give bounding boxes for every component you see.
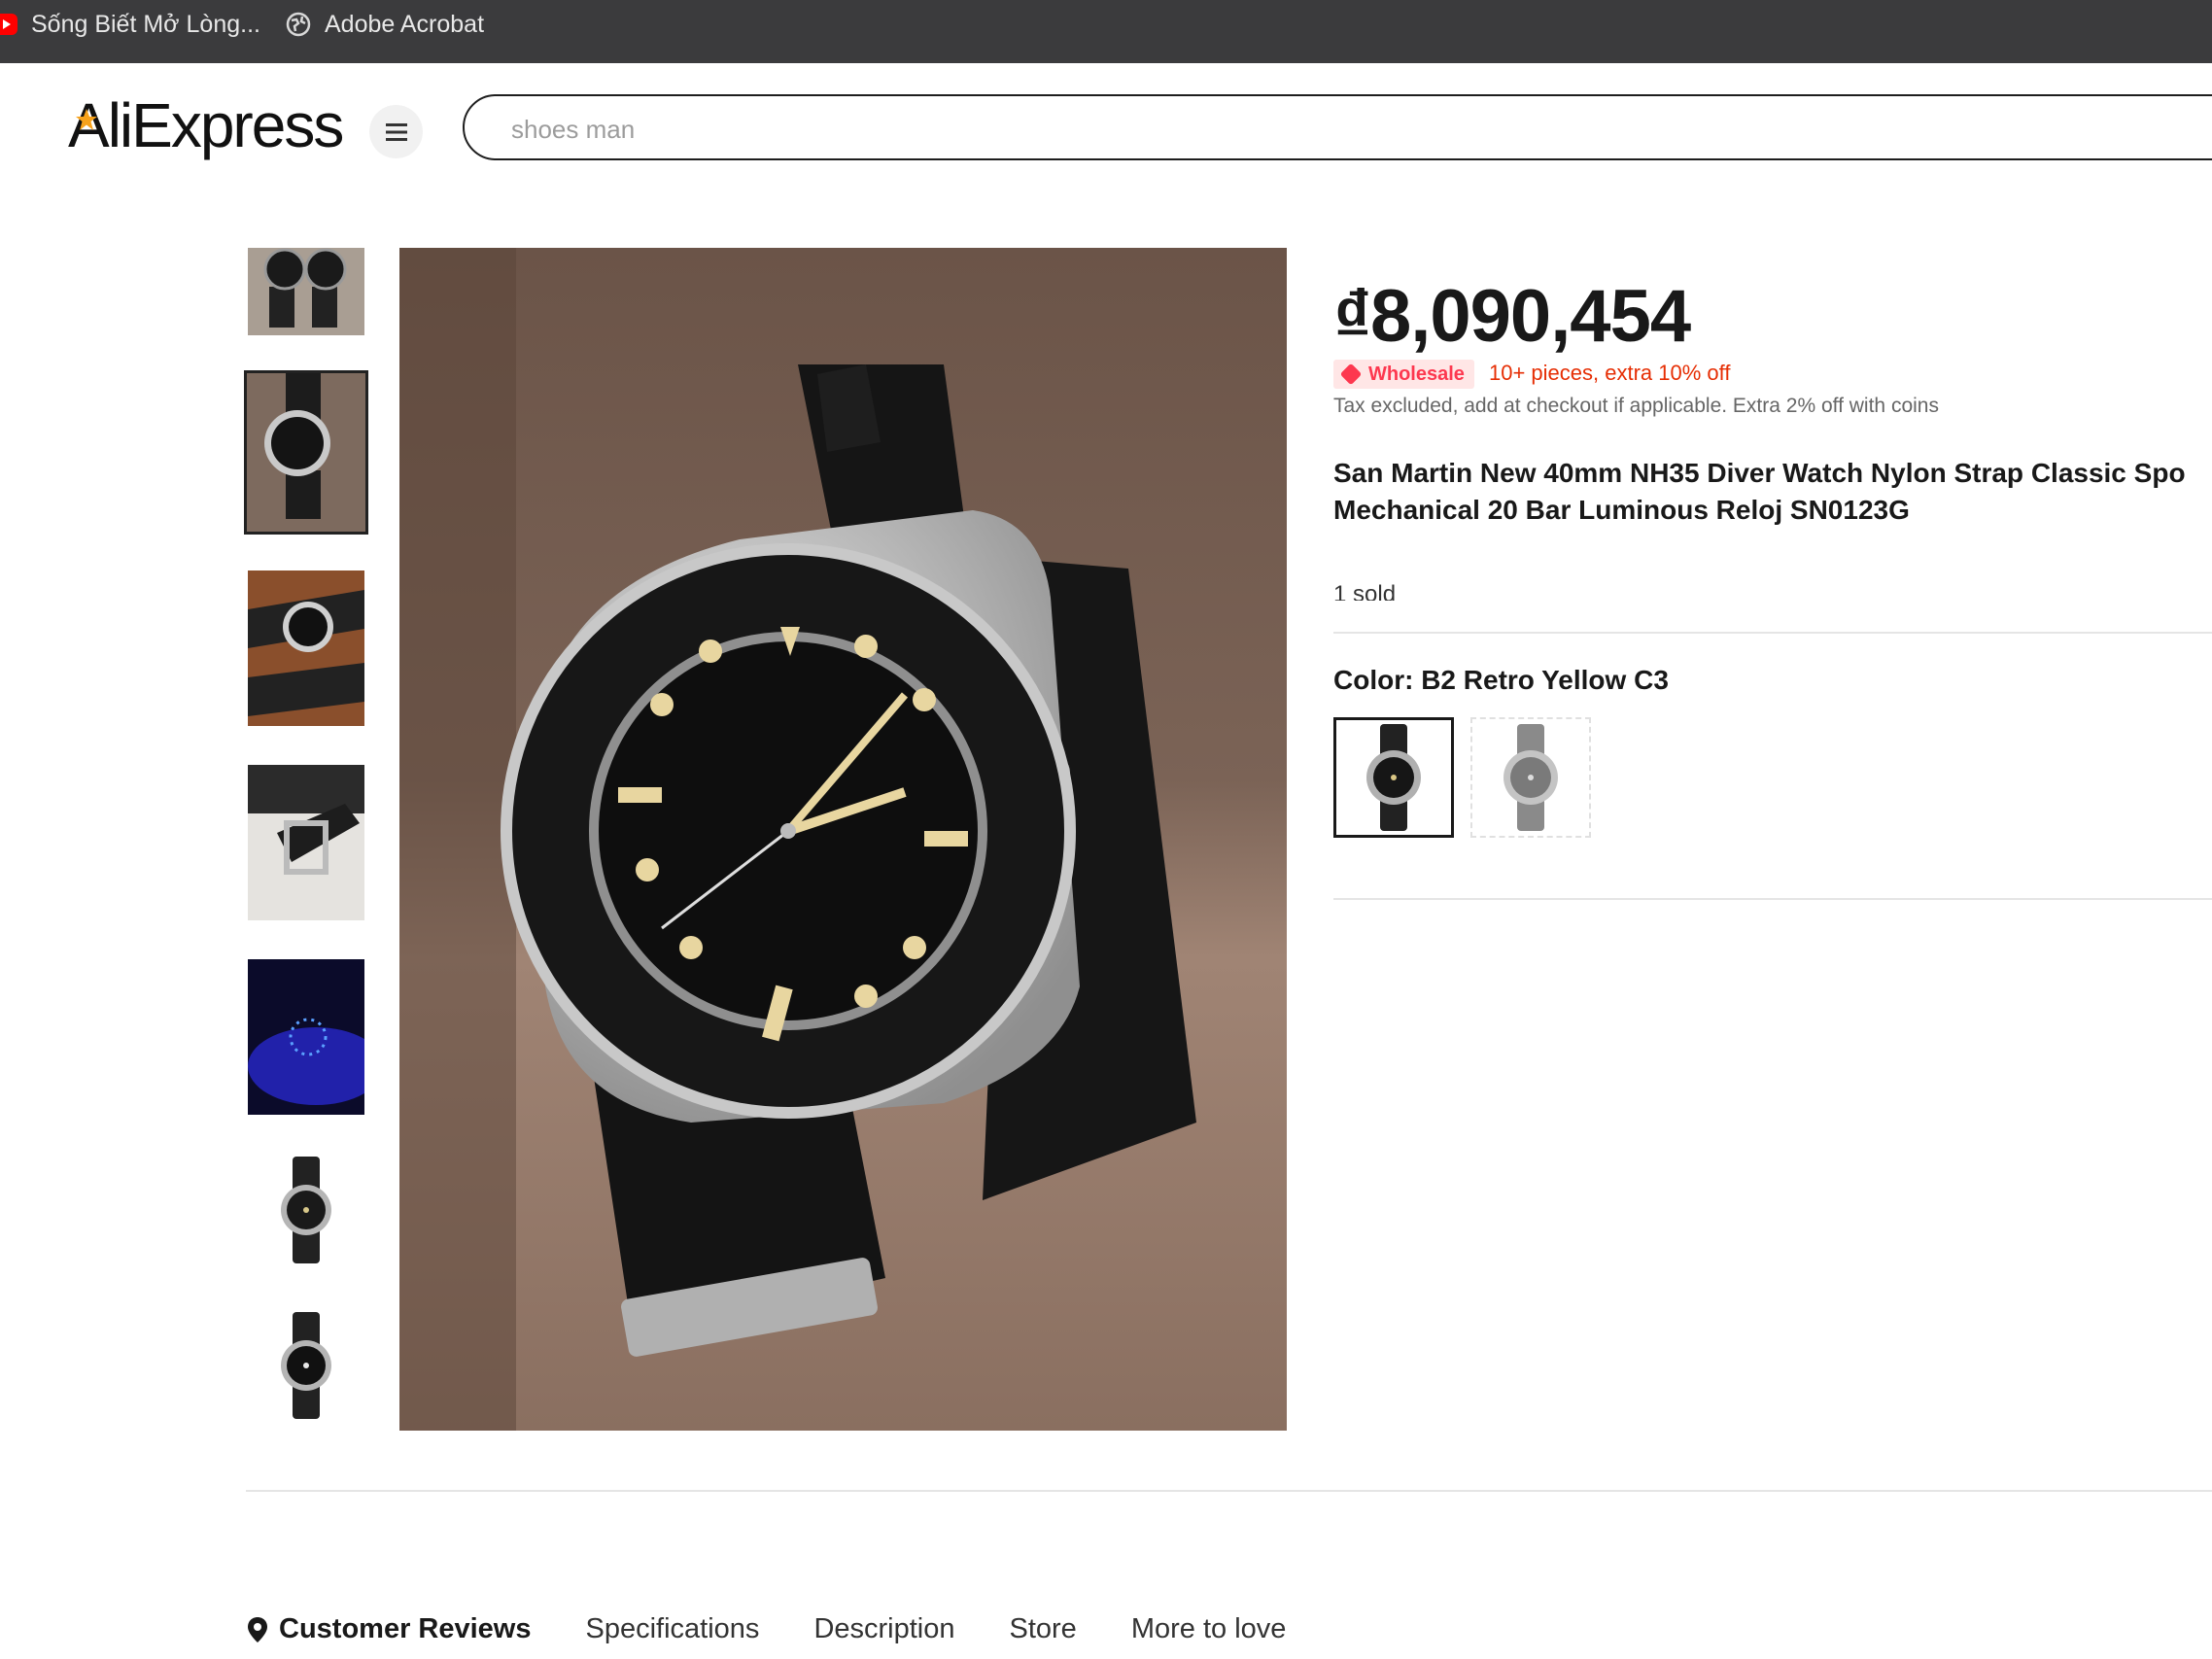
- bookmark-label: Adobe Acrobat: [325, 10, 485, 38]
- color-swatch-selected[interactable]: [1333, 717, 1454, 838]
- tab-store[interactable]: Store: [1010, 1613, 1077, 1645]
- thumbnail-image: [248, 570, 364, 726]
- hamburger-icon: [385, 122, 407, 141]
- wholesale-badge: Wholesale: [1333, 360, 1474, 389]
- tab-label: More to love: [1130, 1613, 1287, 1644]
- swatch-image: [1366, 724, 1421, 831]
- product-thumbnail[interactable]: [248, 1152, 364, 1268]
- globe-icon: [286, 12, 311, 37]
- product-price: ₫8,090,454: [1333, 275, 1691, 358]
- search-input[interactable]: [509, 114, 1971, 146]
- wholesale-badge-label: Wholesale: [1368, 363, 1465, 385]
- tab-label: Specifications: [585, 1613, 760, 1644]
- search-bar: [463, 94, 2212, 160]
- sold-count: 1 sold: [1333, 581, 1397, 601]
- tab-specifications[interactable]: Specifications: [586, 1613, 760, 1645]
- product-thumbnail[interactable]: [248, 248, 364, 335]
- product-thumbnail-selected[interactable]: [244, 370, 368, 535]
- menu-button[interactable]: [369, 105, 423, 158]
- tax-note: Tax excluded, add at checkout if applica…: [1333, 395, 1939, 417]
- product-title-line: Mechanical 20 Bar Luminous Reloj SN0123G: [1333, 495, 1910, 525]
- thumbnail-image: [248, 1152, 364, 1268]
- divider: [246, 1490, 2212, 1492]
- tab-customer-reviews[interactable]: Customer Reviews: [248, 1613, 532, 1645]
- tab-label: Store: [1009, 1613, 1077, 1644]
- bookmark-item[interactable]: Sống Biết Mở Lòng...: [0, 0, 260, 49]
- wholesale-offer: 10+ pieces, extra 10% off: [1489, 361, 1731, 385]
- thumbnail-image: [247, 373, 365, 532]
- thumbnail-image: [248, 248, 364, 335]
- tab-description[interactable]: Description: [813, 1613, 954, 1645]
- thumbnail-image: [248, 1307, 364, 1424]
- youtube-icon: [0, 14, 17, 35]
- main-product-image[interactable]: [399, 248, 1287, 1431]
- product-tabs: Customer Reviews Specifications Descript…: [248, 1613, 1340, 1645]
- tab-label: Description: [813, 1613, 955, 1644]
- product-title-line: San Martin New 40mm NH35 Diver Watch Nyl…: [1333, 458, 2186, 488]
- location-pin-icon: [248, 1616, 267, 1642]
- tab-more-to-love[interactable]: More to love: [1131, 1613, 1287, 1645]
- product-thumbnail[interactable]: [248, 959, 364, 1115]
- bookmark-label: Sống Biết Mở Lòng...: [31, 10, 260, 38]
- tab-label: Customer Reviews: [279, 1613, 532, 1644]
- bookmark-item[interactable]: Adobe Acrobat: [286, 0, 484, 49]
- product-title: San Martin New 40mm NH35 Diver Watch Nyl…: [1333, 455, 2212, 529]
- divider: [1333, 898, 2212, 900]
- thumbnail-image: [248, 959, 364, 1115]
- logo-star-icon: [76, 109, 97, 130]
- product-thumbnail[interactable]: [248, 570, 364, 726]
- tag-icon: [1339, 363, 1363, 386]
- aliexpress-logo[interactable]: AliExpress: [68, 89, 344, 161]
- divider: [1333, 632, 2212, 634]
- color-label: Color: B2 Retro Yellow C3: [1333, 665, 1669, 695]
- thumbnail-image: [248, 765, 364, 920]
- swatch-image: [1503, 724, 1558, 831]
- color-swatch[interactable]: [1470, 717, 1591, 838]
- product-thumbnail[interactable]: [248, 765, 364, 920]
- bookmarks-bar: Sống Biết Mở Lòng... Adobe Acrobat: [0, 0, 2212, 63]
- product-thumbnail[interactable]: [248, 1307, 364, 1424]
- watch-image: [399, 248, 1287, 1431]
